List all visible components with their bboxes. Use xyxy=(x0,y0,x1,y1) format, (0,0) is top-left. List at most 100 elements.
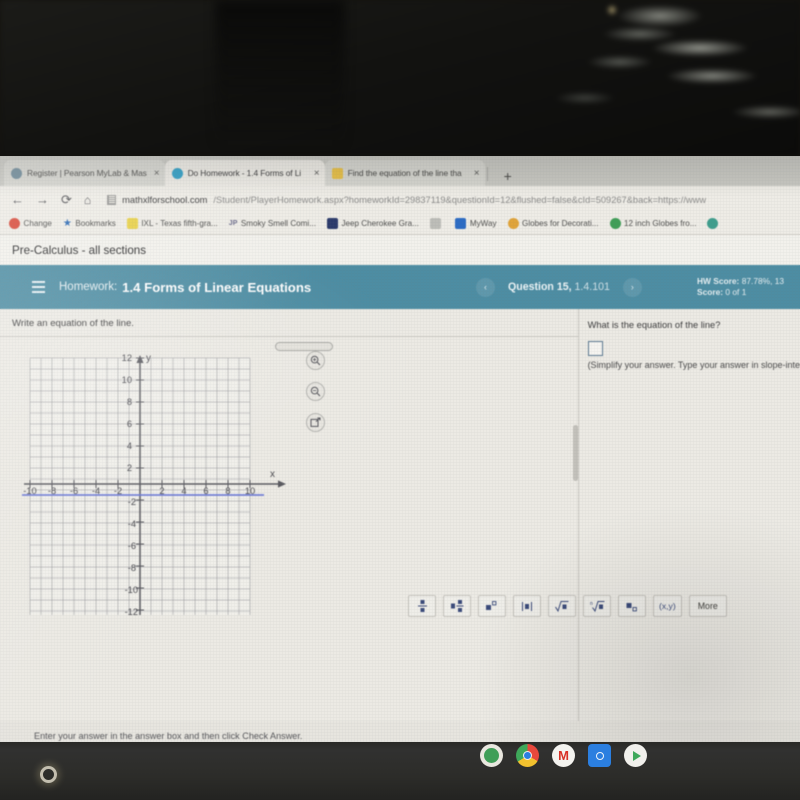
brainly-icon xyxy=(331,167,343,179)
y-axis-label: y xyxy=(146,353,151,364)
close-icon[interactable]: × xyxy=(312,168,320,179)
close-icon[interactable]: × xyxy=(152,168,160,179)
bookmark-globes-decorating[interactable]: Globes for Decorati... xyxy=(507,218,599,229)
expand-graph-icon[interactable] xyxy=(306,413,325,432)
fraction-button[interactable] xyxy=(408,595,436,617)
zoom-in-icon[interactable] xyxy=(306,351,325,370)
laptop-screen: Register | Pearson MyLab & Mas × Do Home… xyxy=(0,156,800,742)
address-bar[interactable]: mathxlforschool.com/Student/PlayerHomewo… xyxy=(103,194,800,205)
score-label: Score: xyxy=(697,287,724,297)
question-right-pane: What is the equation of the line? (Simpl… xyxy=(572,309,800,721)
previous-question-button[interactable]: ‹ xyxy=(476,277,495,297)
svg-text:10: 10 xyxy=(122,375,132,385)
right-question-text: What is the equation of the line? xyxy=(587,320,721,330)
bookmark-12-inch-globes[interactable]: 12 inch Globes fro... xyxy=(609,218,697,229)
bookmark-label: Smoky Smell Comi... xyxy=(240,219,316,228)
question-id: 1.4.101 xyxy=(574,281,610,293)
absolute-value-button[interactable] xyxy=(513,595,541,617)
browser-tab-3[interactable]: Find the equation of the line tha × xyxy=(324,160,485,186)
bookmarks-bar: Change ★ Bookmarks IXL - Texas fifth-gra… xyxy=(0,213,800,235)
homework-label: Homework: xyxy=(59,281,118,293)
bookmark-label: Change xyxy=(23,219,52,228)
bookmark-label: MyWay xyxy=(469,219,497,228)
myway-icon xyxy=(455,218,467,229)
svg-text:2: 2 xyxy=(127,463,132,473)
next-question-button[interactable]: › xyxy=(622,277,642,297)
bookmark-change[interactable]: Change xyxy=(9,218,52,229)
hamburger-icon[interactable] xyxy=(32,281,45,293)
bookmark-label: 12 inch Globes fro... xyxy=(624,219,697,228)
bookmark-bookmarks[interactable]: ★ Bookmarks xyxy=(63,218,116,229)
tab-title: Find the equation of the line tha xyxy=(347,168,462,178)
generic-page-icon xyxy=(429,218,441,229)
bookmark-smoky-smell[interactable]: JP Smoky Smell Comi... xyxy=(229,219,316,228)
svg-text:4: 4 xyxy=(127,441,132,451)
browser-tab-strip: Register | Pearson MyLab & Mas × Do Home… xyxy=(0,156,800,186)
bookmark-label: IXL - Texas fifth-gra... xyxy=(141,219,218,228)
chrome-app-icon[interactable] xyxy=(516,744,539,767)
browser-tab-1[interactable]: Register | Pearson MyLab & Mas × xyxy=(4,160,165,186)
reload-icon[interactable]: ⟳ xyxy=(61,193,72,206)
question-navigation: ‹ Question 15, 1.4.101 › xyxy=(476,277,642,297)
exponent-button[interactable] xyxy=(478,595,506,617)
gmail-app-icon[interactable]: M xyxy=(552,744,575,767)
close-icon[interactable]: × xyxy=(472,168,480,179)
coordinate-plane-svg[interactable]: -10 -8 -6 -4 -2 2 4 6 8 10 12 10 8 6 4 2… xyxy=(18,353,296,615)
bookmark-label: Globes for Decorati... xyxy=(522,219,599,228)
zoom-out-icon[interactable] xyxy=(306,382,325,401)
page-title: Write an equation of the line. xyxy=(0,309,578,337)
mathxl-icon xyxy=(171,167,183,179)
camera-app-icon[interactable] xyxy=(588,744,611,767)
play-store-app-icon[interactable] xyxy=(624,744,647,767)
bookmark-unnamed-2[interactable] xyxy=(707,218,722,229)
question-indicator: Question 15, 1.4.101 xyxy=(508,281,610,293)
mixed-number-button[interactable] xyxy=(443,595,471,617)
graph-container: -10 -8 -6 -4 -2 2 4 6 8 10 12 10 8 6 4 2… xyxy=(0,337,578,627)
laptop-photo: Register | Pearson MyLab & Mas × Do Home… xyxy=(0,0,800,800)
answer-input[interactable] xyxy=(587,341,603,356)
globe-teal-icon xyxy=(707,218,719,229)
browser-toolbar: ← → ⟳ ⌂ mathxlforschool.com/Student/Play… xyxy=(0,186,800,213)
bookmark-label: Jeep Cherokee Gra... xyxy=(341,219,419,228)
forward-icon[interactable]: → xyxy=(36,193,49,206)
ambient-reflections xyxy=(0,0,800,156)
laptop-bezel xyxy=(0,742,800,800)
svg-text:-2: -2 xyxy=(128,497,136,507)
star-icon: ★ xyxy=(62,218,72,229)
svg-text:-6: -6 xyxy=(128,541,136,551)
url-path: /Student/PlayerHomework.aspx?homeworkId=… xyxy=(213,194,707,205)
instruction-text: Enter your answer in the answer box and … xyxy=(34,731,303,741)
new-tab-button[interactable]: + xyxy=(498,168,518,186)
hw-score-value: 87.78%, 13 xyxy=(741,275,785,286)
hw-score-label: HW Score: xyxy=(697,275,740,286)
bookmark-unnamed-1[interactable] xyxy=(429,218,445,229)
globe-icon xyxy=(507,218,519,229)
coordinate-plane[interactable]: -10 -8 -6 -4 -2 2 4 6 8 10 12 10 8 6 4 2… xyxy=(18,353,296,615)
back-icon[interactable]: ← xyxy=(11,193,24,206)
bookmark-ixl[interactable]: IXL - Texas fifth-gra... xyxy=(126,218,218,229)
svg-text:-4: -4 xyxy=(128,519,136,529)
score-row: Score: 0 of 1 xyxy=(697,287,784,298)
graph-tool-buttons xyxy=(306,351,325,432)
hw-score-row: HW Score: 87.78%, 13 xyxy=(697,276,784,287)
square-root-button[interactable] xyxy=(548,595,576,617)
question-number: Question 15, xyxy=(508,281,572,293)
browser-tab-2[interactable]: Do Homework - 1.4 Forms of Li × xyxy=(164,160,325,186)
graph-drag-handle[interactable] xyxy=(275,342,333,351)
question-footer: Enter your answer in the answer box and … xyxy=(0,721,800,742)
svg-text:-10: -10 xyxy=(125,585,138,595)
breadcrumb: Pre-Calculus - all sections xyxy=(0,235,800,265)
jeep-icon xyxy=(326,218,338,229)
tab-title: Do Homework - 1.4 Forms of Li xyxy=(187,168,302,178)
bookmark-myway[interactable]: MyWay xyxy=(455,218,497,229)
ambient-dark-patch xyxy=(215,0,345,150)
svg-text:-8: -8 xyxy=(128,563,136,573)
homework-header: Homework: 1.4 Forms of Linear Equations … xyxy=(0,265,800,309)
bookmark-jeep[interactable]: Jeep Cherokee Gra... xyxy=(326,218,419,229)
pane-scrollbar[interactable] xyxy=(572,425,578,481)
home-icon[interactable]: ⌂ xyxy=(84,194,91,206)
svg-text:-12: -12 xyxy=(125,607,138,615)
change-icon xyxy=(9,218,20,229)
classroom-app-icon[interactable] xyxy=(480,744,503,767)
page-info-icon[interactable] xyxy=(107,194,117,205)
